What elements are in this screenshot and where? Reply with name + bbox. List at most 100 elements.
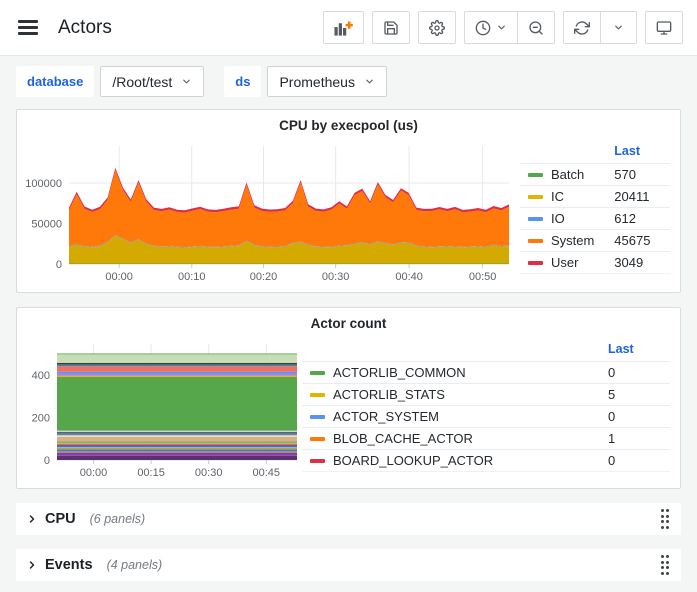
svg-text:00:30: 00:30: [195, 467, 223, 479]
svg-text:00:50: 00:50: [469, 271, 497, 283]
legend-series[interactable]: Batch: [528, 167, 598, 182]
menu-toggle-button[interactable]: [10, 10, 46, 46]
legend-row: ACTOR_SYSTEM 0: [302, 406, 670, 428]
row-panel-count: (6 panels): [90, 512, 146, 526]
legend-row: BLOB_CACHE_ACTOR 1: [302, 428, 670, 450]
cpu-execpool-chart[interactable]: 05000010000000:0000:1000:2000:3000:4000:…: [17, 140, 520, 286]
series-color-swatch: [528, 173, 543, 177]
series-color-swatch: [310, 459, 325, 463]
legend-series[interactable]: System: [528, 233, 598, 248]
svg-text:00:00: 00:00: [80, 467, 108, 479]
svg-text:0: 0: [56, 259, 62, 271]
legend-series[interactable]: ACTORLIB_COMMON: [310, 365, 592, 380]
series-color-swatch: [528, 261, 543, 265]
legend-series[interactable]: User: [528, 255, 598, 270]
add-panel-button[interactable]: [323, 11, 364, 44]
variable-ds-value: Prometheus: [279, 74, 354, 90]
legend-row: System 45675: [520, 230, 670, 252]
hamburger-icon: [18, 20, 38, 22]
dashboard-title: Actors: [58, 17, 112, 39]
legend-row: Batch 570: [520, 164, 670, 186]
legend-row: ACTORLIB_STATS 5: [302, 384, 670, 406]
legend-last-value: 0: [600, 450, 670, 472]
dashboard-settings-button[interactable]: [418, 11, 456, 44]
variable-database-label: database: [16, 66, 94, 97]
top-nav: Actors: [0, 0, 697, 56]
chevron-down-icon: [181, 76, 192, 87]
chevron-down-icon: [613, 22, 624, 33]
series-color-swatch: [310, 415, 325, 419]
chevron-down-icon: [364, 76, 375, 87]
panel-title[interactable]: Actor count: [17, 308, 680, 338]
legend-last-value: 1: [600, 428, 670, 450]
legend-series[interactable]: IC: [528, 189, 598, 204]
panel-cpu-by-execpool: CPU by execpool (us) 0 50000 100000 00:00 00…: [16, 109, 681, 293]
legend-row: IO 612: [520, 208, 670, 230]
svg-text:400: 400: [32, 370, 50, 382]
svg-text:50000: 50000: [31, 219, 62, 231]
legend-row: ACTORLIB_COMMON 0: [302, 362, 670, 384]
legend-last-value: 0: [600, 362, 670, 384]
variable-database-dropdown[interactable]: /Root/test: [100, 66, 204, 97]
svg-text:200: 200: [32, 412, 50, 424]
series-color-swatch: [310, 371, 325, 375]
series-color-swatch: [528, 217, 543, 221]
save-icon: [383, 20, 399, 36]
series-color-swatch: [528, 239, 543, 243]
legend-series[interactable]: BLOB_CACHE_ACTOR: [310, 431, 592, 446]
series-color-swatch: [310, 393, 325, 397]
panel-actor-count: Actor count 020040000:0000:1500:3000:45 …: [16, 307, 681, 489]
row-events[interactable]: Events (4 panels): [16, 549, 681, 581]
legend-last-value: 45675: [606, 230, 670, 252]
variable-ds-dropdown[interactable]: Prometheus: [267, 66, 386, 97]
row-panel-count: (4 panels): [107, 558, 163, 572]
row-drag-handle[interactable]: [659, 507, 672, 531]
actor-count-chart[interactable]: 0 200 400 00:00 00:15 00:30 00:45: [17, 338, 302, 482]
cycle-view-mode-button[interactable]: [645, 11, 683, 44]
legend-last-value: 5: [600, 384, 670, 406]
svg-text:00:15: 00:15: [137, 467, 165, 479]
svg-text:00:20: 00:20: [250, 271, 278, 283]
variable-ds: ds Prometheus: [224, 66, 387, 97]
row-title: Events: [45, 557, 93, 573]
panel-title[interactable]: CPU by execpool (us): [17, 110, 680, 140]
legend-series[interactable]: IO: [528, 211, 598, 226]
variable-database-value: /Root/test: [112, 74, 172, 90]
row-title: CPU: [45, 511, 76, 527]
legend-row: BOARD_LOOKUP_ACTOR 0: [302, 450, 670, 472]
legend-sort-last[interactable]: Last: [600, 340, 670, 362]
legend-last-value: 20411: [606, 186, 670, 208]
zoom-out-icon: [528, 20, 544, 36]
actor-count-legend: Last ACTORLIB_COMMON 0 ACTORLIB_STATS 5 …: [302, 340, 670, 472]
chevron-right-icon: [26, 559, 38, 571]
row-cpu[interactable]: CPU (6 panels): [16, 503, 681, 535]
monitor-icon: [656, 20, 672, 36]
svg-text:100000: 100000: [25, 178, 62, 190]
svg-text:00:00: 00:00: [105, 271, 133, 283]
row-drag-handle[interactable]: [659, 553, 672, 577]
legend-sort-last[interactable]: Last: [606, 142, 670, 164]
legend-last-value: 570: [606, 164, 670, 186]
series-color-swatch: [528, 195, 543, 199]
svg-text:00:45: 00:45: [253, 467, 281, 479]
svg-text:0: 0: [44, 455, 50, 467]
refresh-interval-picker-button[interactable]: [600, 11, 637, 44]
legend-last-value: 3049: [606, 252, 670, 274]
refresh-button[interactable]: [563, 11, 601, 44]
save-dashboard-button[interactable]: [372, 11, 410, 44]
legend-series[interactable]: ACTOR_SYSTEM: [310, 409, 592, 424]
chevron-down-icon: [496, 22, 507, 33]
gear-icon: [429, 20, 445, 36]
dashboard-variables-bar: database /Root/test ds Prometheus: [0, 56, 697, 109]
time-range-picker-button[interactable]: [464, 11, 518, 44]
zoom-out-time-range-button[interactable]: [517, 11, 555, 44]
legend-last-value: 0: [600, 406, 670, 428]
variable-ds-label: ds: [224, 66, 261, 97]
chevron-right-icon: [26, 513, 38, 525]
refresh-icon: [574, 20, 590, 36]
legend-series[interactable]: BOARD_LOOKUP_ACTOR: [310, 453, 592, 468]
legend-row: User 3049: [520, 252, 670, 274]
dashboard-toolbar: [323, 11, 683, 44]
clock-icon: [475, 20, 491, 36]
legend-series[interactable]: ACTORLIB_STATS: [310, 387, 592, 402]
